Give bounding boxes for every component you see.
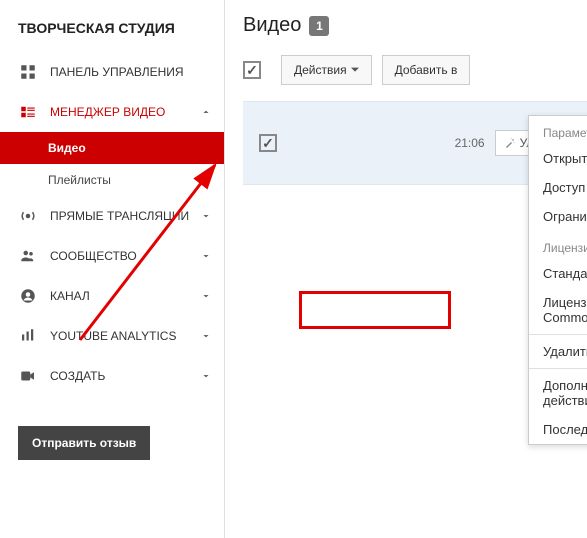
wand-icon xyxy=(504,137,516,149)
actions-button[interactable]: Действия xyxy=(281,55,372,85)
caret-down-icon xyxy=(351,66,359,74)
create-icon xyxy=(18,366,38,386)
sidebar-title: ТВОРЧЕСКАЯ СТУДИЯ xyxy=(0,14,224,52)
actions-label: Действия xyxy=(294,63,347,77)
video-manager-icon xyxy=(18,102,38,122)
community-icon xyxy=(18,246,38,266)
sidebar-item-dashboard[interactable]: ПАНЕЛЬ УПРАВЛЕНИЯ xyxy=(0,52,224,92)
sidebar-item-live[interactable]: ПРЯМЫЕ ТРАНСЛЯЦИИ xyxy=(0,196,224,236)
sidebar-item-video-manager[interactable]: МЕНЕДЖЕР ВИДЕО xyxy=(0,92,224,132)
menu-item-delete[interactable]: Удалить xyxy=(529,337,587,366)
main-content: Видео 1 Действия Добавить в 21:06 Улучши xyxy=(225,0,587,538)
live-icon xyxy=(18,206,38,226)
toolbar: Действия Добавить в xyxy=(243,55,587,97)
dropdown-divider xyxy=(529,334,587,335)
sidebar-item-label: КАНАЛ xyxy=(50,289,90,303)
video-duration: 21:06 xyxy=(455,136,485,150)
chevron-down-icon xyxy=(200,250,212,262)
addto-button[interactable]: Добавить в xyxy=(382,55,471,85)
sidebar-item-label: СОЗДАТЬ xyxy=(50,369,105,383)
menu-item-standard-license[interactable]: Стандартная лицензия xyxy=(529,259,587,288)
chevron-down-icon xyxy=(200,330,212,342)
menu-item-public[interactable]: Открытый доступ xyxy=(529,144,587,173)
chevron-up-icon xyxy=(200,106,212,118)
dropdown-section-license: Лицензия xyxy=(529,231,587,259)
menu-item-more-actions[interactable]: Дополнительные действия... xyxy=(529,371,587,415)
menu-item-private[interactable]: Ограниченный доступ xyxy=(529,202,587,231)
video-count-badge: 1 xyxy=(309,16,329,36)
menu-item-recent-actions[interactable]: Последние действия... xyxy=(529,415,587,444)
sidebar-item-create[interactable]: СОЗДАТЬ xyxy=(0,356,224,396)
chevron-down-icon xyxy=(200,290,212,302)
actions-dropdown: Параметры доступа Открытый доступ Доступ… xyxy=(528,115,587,445)
dashboard-icon xyxy=(18,62,38,82)
channel-icon xyxy=(18,286,38,306)
dropdown-divider xyxy=(529,368,587,369)
sidebar-subitem-playlists[interactable]: Плейлисты xyxy=(0,164,224,196)
menu-item-unlisted[interactable]: Доступ по ссылке xyxy=(529,173,587,202)
feedback-button[interactable]: Отправить отзыв xyxy=(18,426,150,460)
sidebar-item-label: СООБЩЕСТВО xyxy=(50,249,137,263)
sidebar-item-channel[interactable]: КАНАЛ xyxy=(0,276,224,316)
sidebar-item-label: МЕНЕДЖЕР ВИДЕО xyxy=(50,105,165,119)
sidebar: ТВОРЧЕСКАЯ СТУДИЯ ПАНЕЛЬ УПРАВЛЕНИЯ МЕНЕ… xyxy=(0,0,225,538)
row-checkbox[interactable] xyxy=(259,134,277,152)
sidebar-item-community[interactable]: СООБЩЕСТВО xyxy=(0,236,224,276)
select-all-checkbox[interactable] xyxy=(243,61,261,79)
chevron-down-icon xyxy=(200,370,212,382)
sidebar-subitem-videos[interactable]: Видео xyxy=(0,132,224,164)
sidebar-item-label: YOUTUBE ANALYTICS xyxy=(50,329,176,343)
sidebar-item-analytics[interactable]: YOUTUBE ANALYTICS xyxy=(0,316,224,356)
menu-item-cc-license[interactable]: Лицензия Creative Commons xyxy=(529,288,587,332)
chevron-down-icon xyxy=(200,210,212,222)
dropdown-section-access: Параметры доступа xyxy=(529,116,587,144)
page-title: Видео xyxy=(243,14,301,37)
analytics-icon xyxy=(18,326,38,346)
sidebar-item-label: ПАНЕЛЬ УПРАВЛЕНИЯ xyxy=(50,65,184,79)
sidebar-item-label: ПРЯМЫЕ ТРАНСЛЯЦИИ xyxy=(50,209,189,223)
